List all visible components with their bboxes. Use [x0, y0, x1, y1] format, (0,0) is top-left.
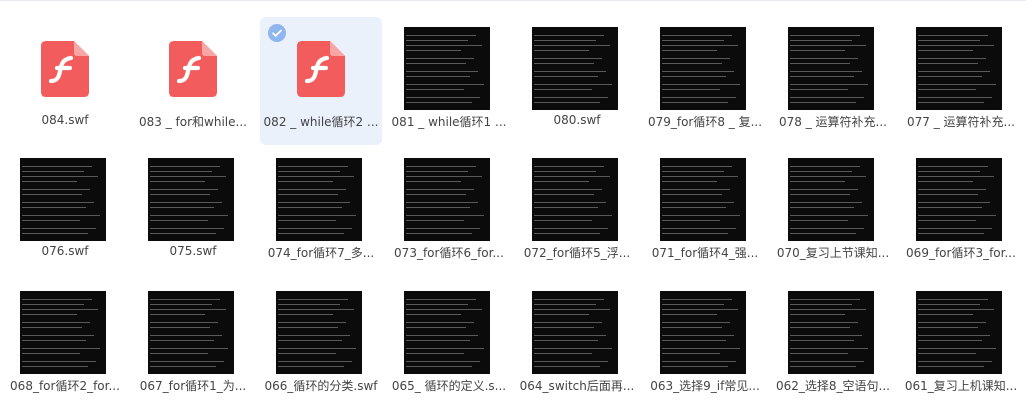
video-thumbnail [276, 291, 362, 374]
file-item[interactable]: 067_for循环1_为... [132, 281, 254, 409]
file-name: 066_循环的分类.swf [264, 379, 378, 393]
file-item[interactable]: 061_复习上机课知... [900, 281, 1022, 409]
file-name: 079_for循环8 _ 复... [647, 115, 763, 129]
video-thumbnail [916, 291, 1002, 374]
video-thumbnail [660, 158, 746, 241]
video-thumbnail [404, 291, 490, 374]
file-item[interactable]: 075.swf [132, 148, 254, 276]
file-item[interactable]: 063_选择9_if常见... [644, 281, 766, 409]
video-thumbnail [276, 158, 362, 241]
video-thumbnail [20, 291, 106, 374]
file-item[interactable]: 070_复习上节课知... [772, 148, 894, 276]
file-item[interactable]: 078 _ 运算符补充... [772, 17, 894, 145]
video-thumbnail [788, 291, 874, 374]
file-name: 067_for循环1_为... [139, 379, 247, 393]
video-thumbnail [532, 27, 618, 110]
video-thumbnail [660, 27, 746, 110]
file-item[interactable]: 082 _ while循环2 ... [260, 17, 382, 145]
file-item[interactable]: 081 _ while循环1 ... [388, 17, 510, 145]
video-thumbnail [660, 291, 746, 374]
file-name: 062_选择8_空语句... [776, 379, 890, 393]
file-name: 069_for循环3_for... [906, 246, 1016, 260]
video-thumbnail [148, 158, 234, 241]
selected-check-icon[interactable] [268, 24, 286, 42]
file-name: 083 _ for和while... [139, 115, 247, 129]
file-name: 064_switch后面再... [519, 379, 635, 393]
file-name: 073_for循环6_for... [394, 246, 504, 260]
video-thumbnail [916, 27, 1002, 110]
file-item[interactable]: 068_for循环2_for... [4, 281, 126, 409]
video-thumbnail [404, 27, 490, 110]
flash-file-icon [41, 41, 89, 97]
file-item[interactable]: 083 _ for和while... [132, 17, 254, 145]
file-name: 061_复习上机课知... [904, 379, 1018, 393]
video-thumbnail [404, 158, 490, 241]
file-item[interactable]: 066_循环的分类.swf [260, 281, 382, 409]
file-item[interactable]: 062_选择8_空语句... [772, 281, 894, 409]
file-item[interactable]: 069_for循环3_for... [900, 148, 1022, 276]
file-name: 080.swf [553, 113, 601, 127]
video-thumbnail [148, 291, 234, 374]
flash-file-icon [297, 41, 345, 97]
file-item[interactable]: 079_for循环8 _ 复... [644, 17, 766, 145]
file-name: 074_for循环7_多... [267, 246, 375, 260]
file-name: 070_复习上节课知... [776, 246, 890, 260]
file-item[interactable]: 076.swf [4, 148, 126, 276]
video-thumbnail [20, 158, 106, 241]
video-thumbnail [788, 27, 874, 110]
file-item[interactable]: 084.swf [4, 17, 126, 145]
file-item[interactable]: 074_for循环7_多... [260, 148, 382, 276]
file-item[interactable]: 072_for循环5_浮... [516, 148, 638, 276]
file-item[interactable]: 064_switch后面再... [516, 281, 638, 409]
file-name: 068_for循环2_for... [10, 379, 120, 393]
file-name: 065_ 循环的定义.s... [391, 379, 507, 393]
video-thumbnail [788, 158, 874, 241]
file-item[interactable]: 080.swf [516, 17, 638, 145]
file-item[interactable]: 071_for循环4_强... [644, 148, 766, 276]
file-name: 082 _ while循环2 ... [263, 115, 379, 129]
video-thumbnail [532, 158, 618, 241]
file-name: 078 _ 运算符补充... [779, 115, 887, 129]
flash-file-icon [169, 41, 217, 97]
file-item[interactable]: 077 _ 运算符补充... [900, 17, 1022, 145]
file-name: 076.swf [41, 244, 89, 258]
video-thumbnail [916, 158, 1002, 241]
file-name: 081 _ while循环1 ... [391, 115, 507, 129]
file-name: 072_for循环5_浮... [523, 246, 631, 260]
file-item[interactable]: 065_ 循环的定义.s... [388, 281, 510, 409]
file-name: 084.swf [41, 113, 89, 127]
file-name: 075.swf [169, 244, 217, 258]
file-name: 077 _ 运算符补充... [907, 115, 1015, 129]
file-name: 063_选择9_if常见... [650, 379, 760, 393]
file-item[interactable]: 073_for循环6_for... [388, 148, 510, 276]
video-thumbnail [532, 291, 618, 374]
file-grid: 084.swf 083 _ for和while... 082 _ while循环2 … [0, 0, 1026, 418]
file-name: 071_for循环4_强... [651, 246, 759, 260]
